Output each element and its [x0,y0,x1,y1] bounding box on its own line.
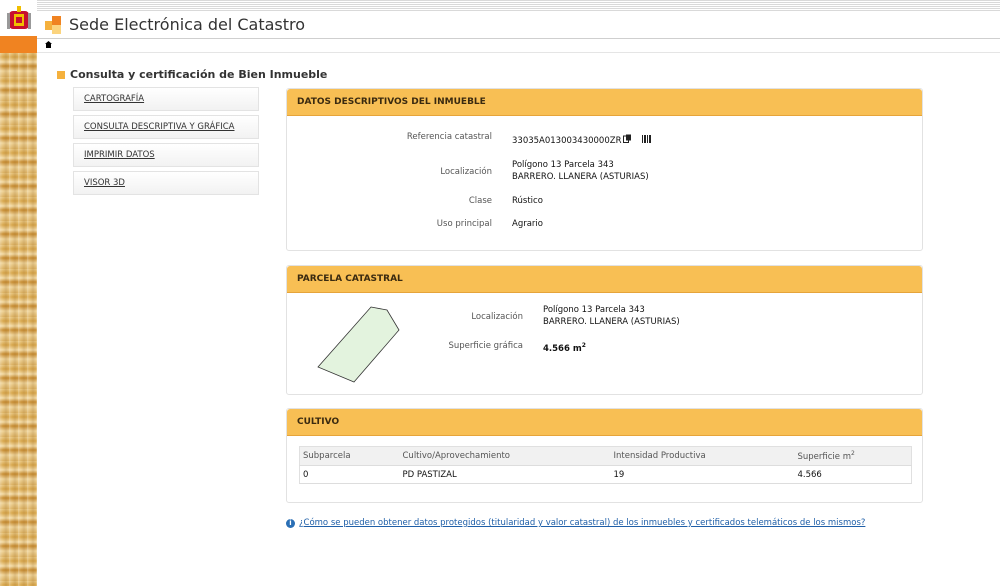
info-icon: i [286,518,295,528]
parcela-localizacion-value: Polígono 13 Parcela 343 BARRERO. LLANERA… [543,304,680,328]
side-menu: CARTOGRAFÍA CONSULTA DESCRIPTIVA Y GRÁFI… [73,87,259,199]
copy-icon[interactable] [623,134,632,147]
parcel-shape-graphic[interactable] [315,304,405,386]
site-header: Sede Electrónica del Catastro [37,11,1000,38]
clase-value: Rústico [512,196,543,206]
menu-item-imprimir[interactable]: IMPRIMIR DATOS [73,143,259,167]
menu-item-label[interactable]: CARTOGRAFÍA [84,94,144,104]
catastro-logo-icon[interactable] [45,15,63,34]
parcela-localizacion-line1: Polígono 13 Parcela 343 [543,305,645,315]
menu-item-label[interactable]: VISOR 3D [84,178,125,188]
menu-item-visor-3d[interactable]: VISOR 3D [73,171,259,195]
superficie-grafica-label: Superficie gráfica [448,341,523,351]
col-cultivo: Cultivo/Aprovechamiento [399,446,611,466]
table-row: 0 PD PASTIZAL 19 4.566 [299,465,912,484]
superficie-unit-sup: 2 [581,342,586,349]
col-superficie: Superficie m2 [794,446,912,466]
site-title[interactable]: Sede Electrónica del Catastro [69,15,305,34]
page-heading: Consulta y certificación de Bien Inmuebl… [57,68,327,81]
referencia-value: 33035A013003430000ZR [512,135,622,146]
referencia-value-group: 33035A013003430000ZR [512,134,652,147]
home-icon[interactable] [45,41,52,50]
menu-item-label[interactable]: CONSULTA DESCRIPTIVA Y GRÁFICA [84,122,235,132]
superficie-value-text: 4.566 m [543,343,582,354]
header-stripes [37,0,1000,11]
page-title: Consulta y certificación de Bien Inmuebl… [70,68,328,81]
parcela-localizacion-line2: BARRERO. LLANERA (ASTURIAS) [543,317,680,327]
referencia-label: Referencia catastral [406,132,492,142]
cell-intensidad: 19 [610,465,795,484]
col-subparcela: Subparcela [299,446,400,466]
menu-item-cartografia[interactable]: CARTOGRAFÍA [73,87,259,111]
col-superficie-text: Superficie m [797,451,852,462]
localizacion-label: Localización [440,167,492,177]
uso-value: Agrario [512,219,543,229]
decorative-photo-strip [0,53,37,586]
cell-cultivo: PD PASTIZAL [399,465,611,484]
orange-band [0,36,37,53]
col-superficie-sup: 2 [851,450,855,458]
uso-label: Uso principal [436,219,492,229]
cell-subparcela: 0 [299,465,400,484]
panel-header: DATOS DESCRIPTIVOS DEL INMUEBLE [287,89,922,116]
barcode-icon[interactable] [642,134,652,147]
cultivo-table: Subparcela Cultivo/Aprovechamiento Inten… [299,446,912,484]
datos-descriptivos-panel: DATOS DESCRIPTIVOS DEL INMUEBLE Referenc… [286,88,923,251]
localizacion-line2: BARRERO. LLANERA (ASTURIAS) [512,172,649,182]
parcela-localizacion-label: Localización [471,312,523,322]
cultivo-panel: CULTIVO Subparcela Cultivo/Aprovechamien… [286,408,923,503]
superficie-grafica-value: 4.566 m2 [543,340,586,355]
left-decorative-strip [0,0,37,586]
breadcrumb-bar [37,38,1000,53]
panel-header: PARCELA CATASTRAL [287,266,922,293]
localizacion-value: Polígono 13 Parcela 343 BARRERO. LLANERA… [512,159,649,183]
panel-header: CULTIVO [287,409,922,436]
table-header-row: Subparcela Cultivo/Aprovechamiento Inten… [299,446,912,466]
panel-title: CULTIVO [297,417,340,427]
menu-item-label[interactable]: IMPRIMIR DATOS [84,150,155,160]
panel-title: DATOS DESCRIPTIVOS DEL INMUEBLE [297,97,486,107]
parcela-catastral-panel: PARCELA CATASTRAL Localización Polígono … [286,265,923,395]
spain-coat-of-arms-logo [0,0,37,36]
clase-label: Clase [468,196,492,206]
protected-data-link[interactable]: ¿Cómo se pueden obtener datos protegidos… [299,518,865,528]
heading-square-icon [57,70,65,79]
col-intensidad: Intensidad Productiva [610,446,795,466]
protected-data-info[interactable]: i ¿Cómo se pueden obtener datos protegid… [286,518,865,528]
cell-superficie: 4.566 [794,465,912,484]
panel-title: PARCELA CATASTRAL [297,274,403,284]
localizacion-line1: Polígono 13 Parcela 343 [512,160,614,170]
menu-item-consulta[interactable]: CONSULTA DESCRIPTIVA Y GRÁFICA [73,115,259,139]
